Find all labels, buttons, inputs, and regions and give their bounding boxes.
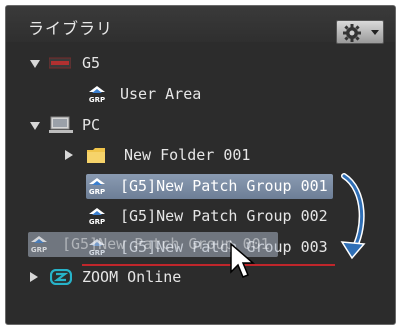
tree-item-new-folder[interactable]: New Folder 001 (61, 143, 321, 167)
tree-item-patch-group-002[interactable]: GRP [G5]New Patch Group 002 (86, 204, 336, 228)
svg-text:GRP: GRP (89, 188, 105, 196)
tree-item-g5[interactable]: G5 (26, 51, 326, 75)
drag-direction-arrow-icon (340, 173, 366, 260)
expand-toggle-icon[interactable] (30, 272, 38, 282)
tree-item-label: User Area (120, 85, 202, 103)
tree-item-label: ZOOM Online (82, 268, 182, 286)
svg-text:GRP: GRP (89, 96, 105, 104)
grp-icon: GRP (89, 86, 105, 104)
tree-item-zoom-online[interactable]: ZOOM Online (26, 265, 326, 289)
settings-menu-button[interactable] (336, 20, 384, 44)
panel-title: ライブラリ (28, 19, 114, 38)
computer-icon (49, 116, 73, 133)
tree-item-label: [G5]New Patch Group 001 (120, 177, 328, 195)
chevron-down-icon (371, 30, 379, 35)
tree-item-pc[interactable]: PC (26, 113, 326, 137)
svg-text:GRP: GRP (31, 246, 47, 254)
panel-header: ライブラリ (6, 6, 395, 44)
expand-toggle-icon[interactable] (30, 60, 40, 68)
device-icon (49, 57, 71, 69)
grp-icon: GRP (89, 208, 105, 226)
zoom-cloud-icon (50, 269, 72, 285)
tree-item-label: PC (82, 116, 101, 134)
tree-item-user-area[interactable]: GRP User Area (86, 82, 306, 106)
grp-icon: GRP (89, 178, 105, 196)
tree-item-patch-group-001[interactable]: GRP [G5]New Patch Group 001 (86, 174, 336, 198)
tree-item-label: New Folder 001 (124, 146, 251, 164)
tree-item-label: [G5]New Patch Group 002 (120, 207, 328, 225)
mouse-cursor-icon (230, 242, 256, 278)
svg-text:GRP: GRP (89, 218, 105, 226)
tree-item-label: G5 (82, 54, 101, 72)
expand-toggle-icon[interactable] (30, 122, 40, 130)
expand-toggle-icon[interactable] (65, 150, 73, 160)
library-panel: ライブラリ G5 GRP User Area PC New Folder 001… (5, 5, 396, 325)
grp-icon: GRP (31, 236, 47, 254)
gear-icon (343, 24, 361, 42)
folder-icon (87, 148, 105, 163)
